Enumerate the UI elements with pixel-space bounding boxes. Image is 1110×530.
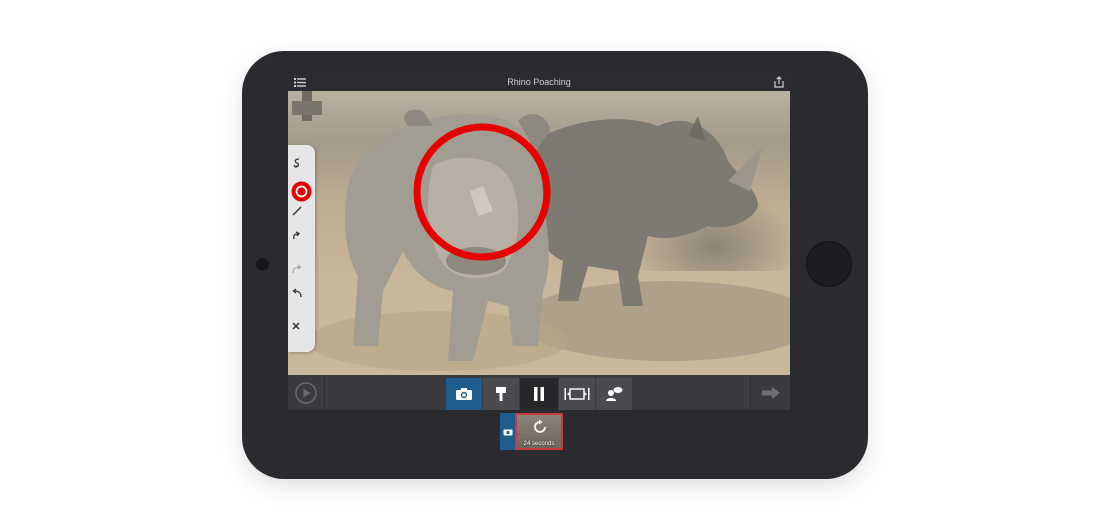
redo-icon [292, 264, 302, 274]
drawing-toolbar [288, 145, 315, 352]
timeline: 24 seconds [288, 410, 790, 454]
camera-mode-button[interactable] [446, 378, 482, 410]
paint-brush-icon [496, 387, 506, 401]
redo-button[interactable] [291, 263, 312, 284]
play-circle-icon [295, 381, 317, 404]
close-icon [292, 322, 300, 330]
camera-small-icon [503, 429, 512, 435]
line-icon [292, 206, 302, 216]
lasso-icon [293, 158, 300, 168]
title-bar: Rhino Poaching [288, 74, 790, 91]
undo-button[interactable] [291, 287, 312, 308]
undo-icon [292, 288, 302, 298]
circle-tool-button[interactable] [291, 181, 312, 202]
fit-frame-icon [564, 388, 590, 400]
front-camera [256, 258, 269, 271]
lasso-tool-button[interactable] [291, 157, 312, 178]
home-button[interactable] [806, 241, 852, 287]
clip-thumbnail[interactable]: 24 seconds [515, 413, 563, 450]
refresh-icon [534, 419, 546, 433]
clear-button[interactable] [291, 321, 312, 342]
pause-icon [534, 387, 544, 401]
share-icon[interactable] [774, 76, 784, 88]
arrow-right-icon [761, 386, 780, 399]
play-button[interactable] [288, 375, 325, 410]
narrator-button[interactable] [596, 378, 632, 410]
camera-icon [456, 388, 472, 400]
fit-frame-button[interactable] [559, 378, 595, 410]
circle-icon [291, 181, 312, 202]
arrow-draw-icon [293, 231, 301, 240]
project-title: Rhino Poaching [507, 77, 571, 87]
photo-canvas[interactable] [288, 91, 790, 375]
rhino-photo [288, 91, 790, 375]
next-button[interactable] [750, 375, 790, 410]
line-tool-button[interactable] [291, 205, 312, 226]
pause-button[interactable] [520, 378, 558, 410]
mode-selector [446, 378, 633, 410]
clip-camera-marker[interactable] [500, 413, 515, 450]
clip-duration: 24 seconds [523, 441, 555, 447]
brush-mode-button[interactable] [483, 378, 519, 410]
app-screen: Rhino Poaching 24 seconds [288, 74, 790, 454]
arrow-tool-button[interactable] [291, 229, 312, 250]
playback-controls [288, 375, 790, 410]
speaker-bubble-icon [606, 387, 623, 401]
